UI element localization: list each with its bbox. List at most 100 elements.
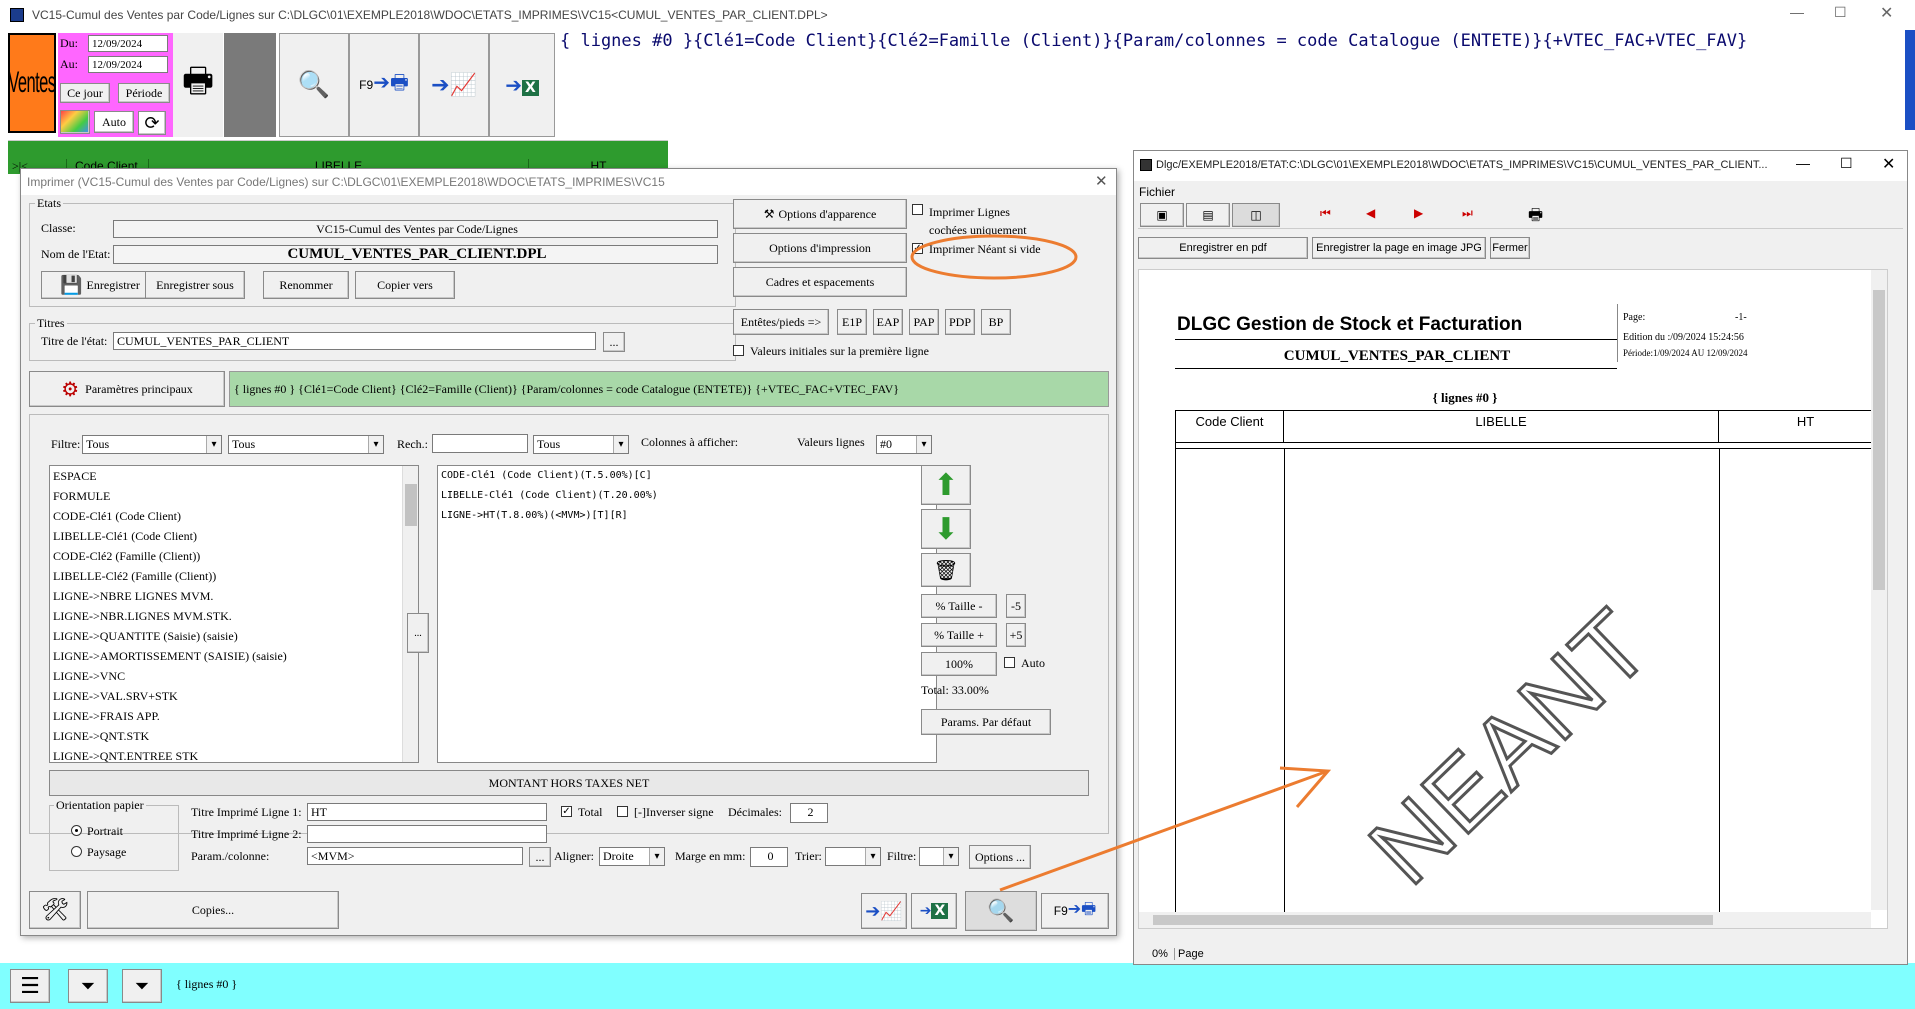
multi-page-icon[interactable]: ▤ <box>1186 203 1230 227</box>
au-date-input[interactable]: 12/09/2024 <box>88 56 168 73</box>
chart-export-button[interactable]: ➔📈 <box>419 33 489 137</box>
print-xls-button[interactable]: 🖶 <box>173 33 223 137</box>
entetes-button[interactable]: Entêtes/pieds => <box>733 309 829 335</box>
filtre-col-combo[interactable] <box>919 847 959 866</box>
list-item[interactable]: LIGNE->AMORTISSEMENT (SAISIE) (saisie) <box>50 646 418 666</box>
paysage-radio[interactable] <box>71 846 82 857</box>
prev-page-icon[interactable]: ◀ <box>1366 206 1375 220</box>
fermer-button[interactable]: Fermer <box>1490 237 1530 259</box>
list-item[interactable]: CODE-Clé2 (Famille (Client)) <box>50 546 418 566</box>
close-icon[interactable]: ✕ <box>1880 3 1893 23</box>
delete-button[interactable]: 🗑 <box>921 553 971 587</box>
transfer-button[interactable]: ... <box>407 613 429 653</box>
param-col-ellipsis-button[interactable]: ... <box>529 847 551 867</box>
dialog-excel-button[interactable]: ➔ X <box>911 893 957 929</box>
two-page-icon[interactable]: ◫ <box>1232 203 1280 227</box>
print-icon[interactable]: 🖶 <box>1528 204 1543 231</box>
copies-button[interactable]: Copies... <box>87 891 339 929</box>
jpg-button[interactable]: Enregistrer la page en image JPG <box>1312 237 1486 259</box>
menu-fichier[interactable]: Fichier <box>1139 185 1175 199</box>
portrait-radio[interactable] <box>71 825 82 836</box>
list-item[interactable]: LIGNE->VAL.SRV+STK <box>50 686 418 706</box>
excel-export-button[interactable]: ➔ X <box>489 33 555 137</box>
preview-hscroll-thumb[interactable] <box>1153 915 1713 925</box>
cadres-button[interactable]: Cadres et espacements <box>733 267 907 297</box>
next-page-icon[interactable]: ▶ <box>1414 206 1423 220</box>
marge-stepper[interactable]: 0 <box>750 847 788 867</box>
ventes-logo[interactable]: Ventes <box>8 33 56 133</box>
nom-etat-field[interactable]: CUMUL_VENTES_PAR_CLIENT.DPL <box>113 245 718 264</box>
cent-button[interactable]: 100% <box>921 652 997 676</box>
selected-columns-list[interactable]: CODE-Clé1 (Code Client)(T.5.00%)[C] LIBE… <box>437 465 937 763</box>
options-button[interactable]: Options ... <box>969 845 1031 869</box>
list-item[interactable]: LIGNE->NBRE LIGNES MVM. <box>50 586 418 606</box>
taille-plus-button[interactable]: % Taille + <box>921 623 997 647</box>
param-col-input[interactable]: <MVM> <box>307 847 523 865</box>
available-columns-list[interactable]: ESPACE FORMULE CODE-Clé1 (Code Client) L… <box>49 465 419 763</box>
rech-input[interactable] <box>432 434 528 453</box>
move-down-button[interactable]: ⬇ <box>921 509 971 549</box>
dialog-f9-print-button[interactable]: F9 ➔🖶 <box>1041 893 1109 929</box>
imprimer-lignes-checkbox[interactable] <box>912 204 923 215</box>
list-item[interactable]: LIBELLE-Clé1 (Code Client)(T.20.00%) <box>438 486 936 506</box>
list-item[interactable]: CODE-Clé1 (Code Client)(T.5.00%)[C] <box>438 466 936 486</box>
list-item[interactable]: LIBELLE-Clé2 (Famille (Client)) <box>50 566 418 586</box>
titre1-input[interactable]: HT <box>307 803 547 821</box>
enregistrer-button[interactable]: 💾 Enregistrer <box>41 271 159 299</box>
options-apparence-button[interactable]: ⚒ Options d'apparence <box>733 199 907 229</box>
auto-checkbox[interactable] <box>1004 657 1015 668</box>
options-impression-button[interactable]: Options d'impression <box>733 233 907 263</box>
dialog-preview-button[interactable]: 🔍 <box>965 891 1037 931</box>
list-item[interactable]: FORMULE <box>50 486 418 506</box>
du-date-input[interactable]: 12/09/2024 <box>88 35 168 52</box>
inverser-checkbox[interactable] <box>617 806 628 817</box>
enregistrer-sous-button[interactable]: Enregistrer sous <box>145 271 245 299</box>
pap-button[interactable]: PAP <box>909 309 939 335</box>
list-item[interactable]: LIGNE->NBR.LIGNES MVM.STK. <box>50 606 418 626</box>
params-principaux-button[interactable]: ⚙ Paramètres principaux <box>29 371 225 407</box>
dialog-close-icon[interactable]: ✕ <box>1095 172 1108 190</box>
valeurs-initiales-checkbox[interactable] <box>733 345 744 356</box>
list-item[interactable]: LIGNE->FRAIS APP. <box>50 706 418 726</box>
copier-vers-button[interactable]: Copier vers <box>355 271 455 299</box>
titre-ellipsis-button[interactable]: ... <box>603 332 625 352</box>
renommer-button[interactable]: Renommer <box>263 271 349 299</box>
filter-a-icon[interactable]: ⏷ <box>68 969 108 1003</box>
list-item[interactable]: LIGNE->VNC <box>50 666 418 686</box>
params-defaut-button[interactable]: Params. Par défaut <box>921 709 1051 735</box>
ce-jour-button[interactable]: Ce jour <box>60 83 110 103</box>
last-page-icon[interactable]: ⏭ <box>1462 206 1473 221</box>
valeurs-lignes-combo[interactable]: #0 <box>876 435 932 454</box>
preview-close-icon[interactable]: ✕ <box>1882 154 1895 174</box>
single-page-icon[interactable]: ▣ <box>1140 203 1184 227</box>
rech-combo[interactable]: Tous <box>533 435 629 454</box>
filter-icon[interactable]: ⏷ <box>122 969 162 1003</box>
imprimer-neant-checkbox[interactable]: ✓ <box>912 243 923 254</box>
preview-minimize-icon[interactable]: — <box>1796 155 1810 171</box>
taille-moins-button[interactable]: % Taille - <box>921 594 997 618</box>
titre-etat-input[interactable]: CUMUL_VENTES_PAR_CLIENT <box>113 332 596 350</box>
eap-button[interactable]: EAP <box>873 309 903 335</box>
maximize-icon[interactable]: ☐ <box>1834 4 1847 21</box>
list-item[interactable]: CODE-Clé1 (Code Client) <box>50 506 418 526</box>
aligner-combo[interactable]: Droite <box>599 847 665 866</box>
scroll-thumb[interactable] <box>405 484 417 526</box>
list-item[interactable]: LIBELLE-Clé1 (Code Client) <box>50 526 418 546</box>
preview-button[interactable]: 🔍 <box>279 33 349 137</box>
list-item[interactable]: ESPACE <box>50 466 418 486</box>
filtre-combo-1[interactable]: Tous <box>82 435 222 454</box>
periode-button[interactable]: Période <box>118 83 170 103</box>
list-item[interactable]: LIGNE->QUANTITE (Saisie) (saisie) <box>50 626 418 646</box>
list-item[interactable]: LIGNE->QNT.ENTREE STK <box>50 746 418 762</box>
move-up-button[interactable]: ⬆ <box>921 465 971 505</box>
bp-button[interactable]: BP <box>981 309 1011 335</box>
moins5-button[interactable]: -5 <box>1006 594 1026 618</box>
first-page-icon[interactable]: ⏮ <box>1320 206 1331 221</box>
menu-icon[interactable]: ☰ <box>10 969 50 1003</box>
trier-combo[interactable] <box>825 847 881 866</box>
color-palette-icon[interactable] <box>60 110 90 134</box>
filtre-combo-2[interactable]: Tous <box>228 435 384 454</box>
total-checkbox[interactable]: ✓ <box>561 806 572 817</box>
dialog-chart-button[interactable]: ➔📈 <box>861 893 907 929</box>
preview-vscroll-thumb[interactable] <box>1873 290 1885 590</box>
